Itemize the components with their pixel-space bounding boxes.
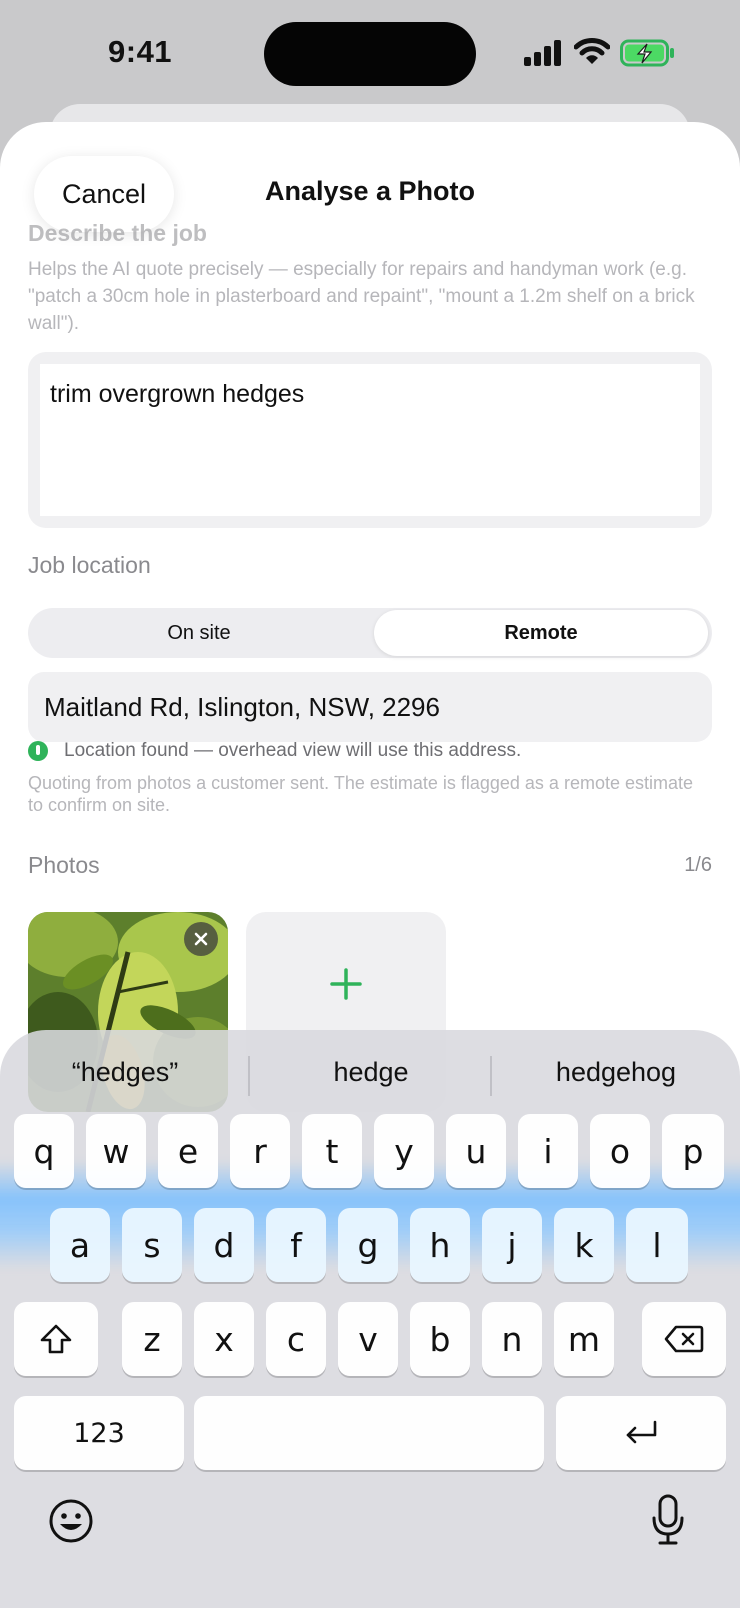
describe-job-help: Helps the AI quote precisely — especiall… <box>28 259 695 334</box>
photos-count: 1/6 <box>684 854 712 876</box>
autocorrect-suggestions: “hedges” hedge hedgehog <box>0 1040 740 1104</box>
key-u[interactable]: u <box>446 1114 506 1188</box>
remote-help-text: Quoting from photos a customer sent. The… <box>28 773 693 815</box>
key-m[interactable]: m <box>554 1302 614 1376</box>
job-location-segmented-control[interactable]: On site Remote <box>28 608 712 658</box>
key-k[interactable]: k <box>554 1208 614 1282</box>
key-r[interactable]: r <box>230 1114 290 1188</box>
key-t[interactable]: t <box>302 1114 362 1188</box>
key-j[interactable]: j <box>482 1208 542 1282</box>
dynamic-island <box>264 22 476 86</box>
key-p[interactable]: p <box>662 1114 724 1188</box>
job-description-field[interactable]: trim overgrown hedges <box>28 352 712 528</box>
segment-remote[interactable]: Remote <box>374 610 708 656</box>
key-g[interactable]: g <box>338 1208 398 1282</box>
key-o[interactable]: o <box>590 1114 650 1188</box>
page-title: Analyse a Photo <box>264 176 476 206</box>
cellular-signal-icon <box>524 40 561 66</box>
key-n[interactable]: n <box>482 1302 542 1376</box>
key-y[interactable]: y <box>374 1114 434 1188</box>
location-found-text: Location found — overhead view will use … <box>64 740 522 761</box>
key-f[interactable]: f <box>266 1208 326 1282</box>
job-location-label: Job location <box>28 552 151 578</box>
job-description-input[interactable]: trim overgrown hedges <box>40 364 700 516</box>
suggestion-2[interactable]: hedge <box>250 1040 492 1104</box>
plus-icon <box>330 968 362 1000</box>
status-time: 9:41 <box>108 34 173 69</box>
key-l[interactable]: l <box>626 1208 688 1282</box>
key-h[interactable]: h <box>410 1208 470 1282</box>
shift-icon <box>40 1324 72 1354</box>
space-key[interactable] <box>194 1396 544 1470</box>
numbers-key[interactable]: 123 <box>14 1396 184 1470</box>
on-screen-keyboard: “hedges” hedge hedgehog q w e r t y u i … <box>0 1030 740 1608</box>
key-d[interactable]: d <box>194 1208 254 1282</box>
key-c[interactable]: c <box>266 1302 326 1376</box>
key-b[interactable]: b <box>410 1302 470 1376</box>
wifi-icon <box>574 38 610 64</box>
key-v[interactable]: v <box>338 1302 398 1376</box>
address-input[interactable]: Maitland Rd, Islington, NSW, 2296 <box>28 672 712 742</box>
key-s[interactable]: s <box>122 1208 182 1282</box>
emoji-icon[interactable] <box>48 1498 94 1544</box>
delete-key[interactable] <box>642 1302 726 1376</box>
key-e[interactable]: e <box>158 1114 218 1188</box>
suggestion-3[interactable]: hedgehog <box>492 1040 740 1104</box>
microphone-icon[interactable] <box>650 1494 686 1546</box>
segment-on-site[interactable]: On site <box>28 608 370 658</box>
key-q[interactable]: q <box>14 1114 74 1188</box>
close-icon <box>194 932 208 946</box>
key-x[interactable]: x <box>194 1302 254 1376</box>
status-bar: 9:41 <box>0 0 740 110</box>
return-icon <box>626 1420 657 1444</box>
describe-job-label: Describe the job <box>28 220 207 246</box>
location-pin-icon <box>28 741 48 761</box>
remove-photo-button[interactable] <box>184 922 218 956</box>
key-a[interactable]: a <box>50 1208 110 1282</box>
key-w[interactable]: w <box>86 1114 146 1188</box>
return-key[interactable] <box>556 1396 726 1470</box>
shift-key[interactable] <box>14 1302 98 1376</box>
suggestion-1[interactable]: “hedges” <box>0 1040 250 1104</box>
location-found-row: Location found — overhead view will use … <box>28 736 521 766</box>
sheet-header: Cancel Analyse a Photo <box>0 122 740 232</box>
backspace-icon <box>664 1325 704 1353</box>
photos-label: Photos <box>28 852 100 878</box>
battery-charging-icon <box>620 39 674 67</box>
key-z[interactable]: z <box>122 1302 182 1376</box>
key-i[interactable]: i <box>518 1114 578 1188</box>
